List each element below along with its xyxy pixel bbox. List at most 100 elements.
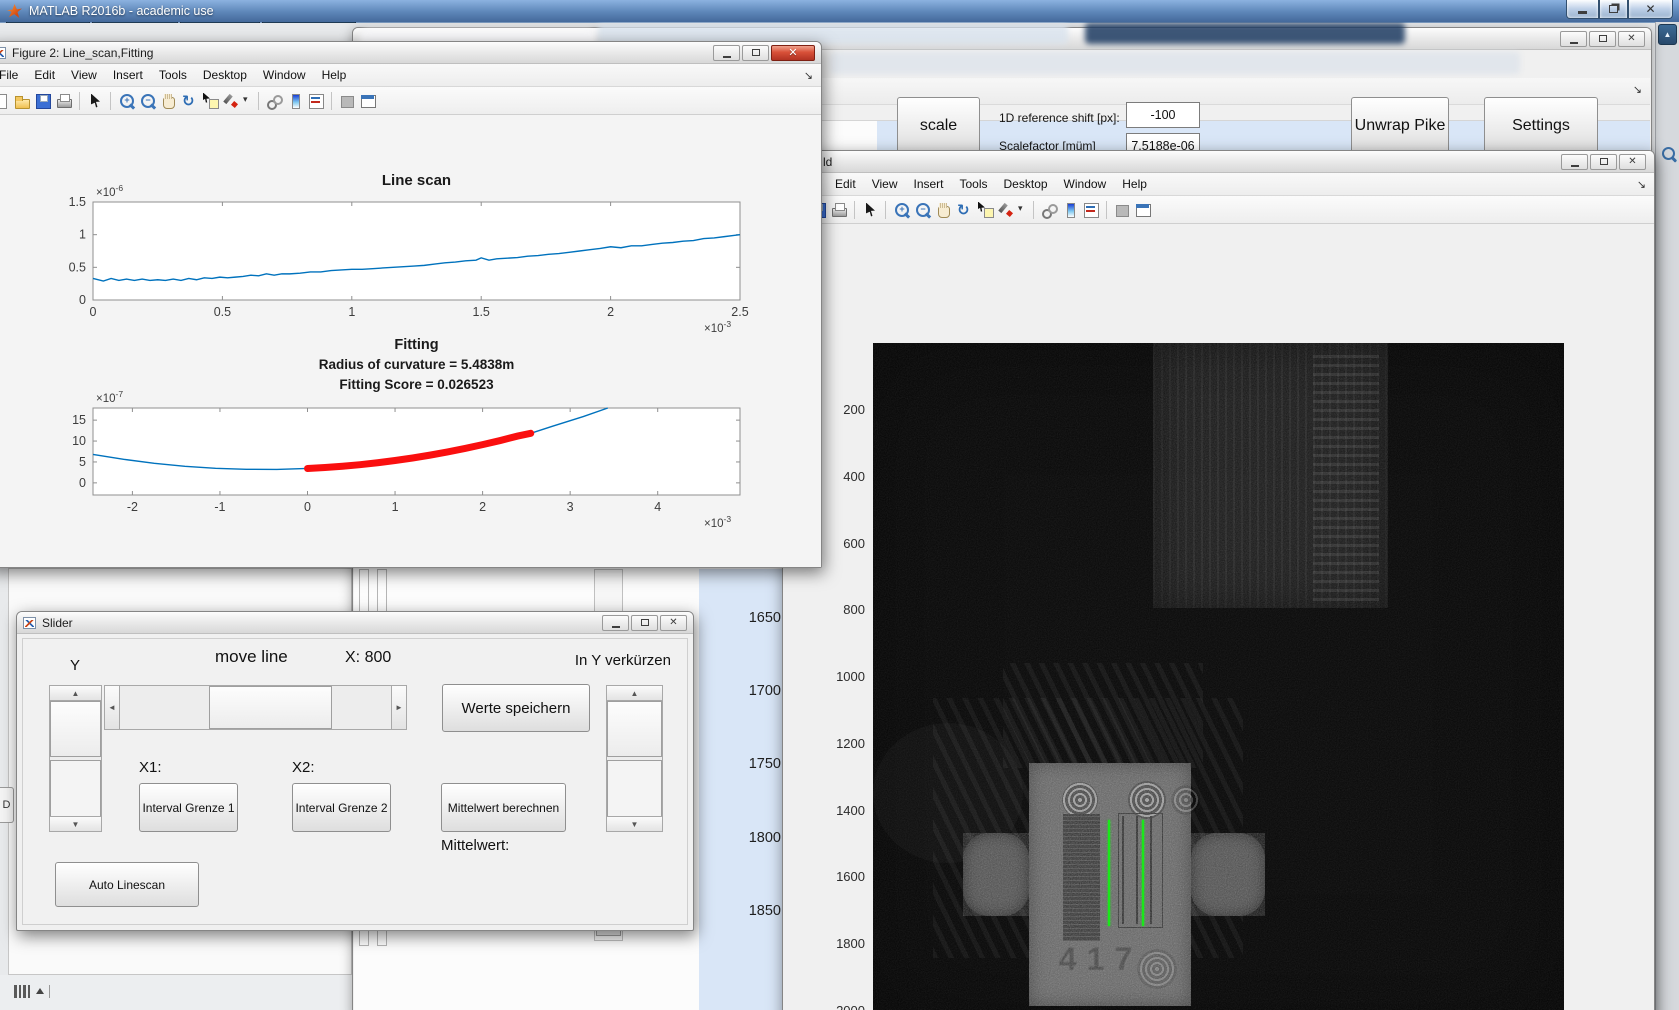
pan-icon[interactable] bbox=[934, 201, 952, 219]
slider-left-icon[interactable]: ◄ bbox=[105, 686, 120, 729]
caret-icon[interactable] bbox=[1018, 201, 1027, 219]
fig2-minimize-button[interactable] bbox=[713, 44, 740, 61]
brush-icon[interactable] bbox=[997, 201, 1015, 219]
image-y-tick-label: 1800 bbox=[836, 936, 865, 952]
y-slider-left[interactable]: ▲ ▼ bbox=[49, 685, 102, 832]
magnifier-icon[interactable] bbox=[1660, 146, 1678, 166]
menu-window[interactable]: Window bbox=[1056, 174, 1115, 194]
menu-insert[interactable]: Insert bbox=[105, 65, 151, 85]
menu-edit[interactable]: Edit bbox=[827, 174, 864, 194]
zoom-in-icon[interactable] bbox=[117, 92, 135, 110]
menu-file[interactable]: File bbox=[0, 65, 26, 85]
blurred-tabs bbox=[1085, 23, 1405, 44]
gui-axis-tick-label: 1650 bbox=[748, 610, 781, 626]
settings-button[interactable]: Settings bbox=[1484, 97, 1598, 154]
slider-window-title: Slider bbox=[42, 615, 73, 630]
move-line-slider[interactable]: ◄ ► bbox=[104, 685, 407, 730]
pan-icon[interactable] bbox=[159, 92, 177, 110]
gui-minimize-button[interactable] bbox=[1560, 30, 1587, 47]
statusbar-grip[interactable] bbox=[14, 984, 50, 998]
rotate-3d-icon[interactable] bbox=[955, 201, 973, 219]
slider-down-icon[interactable]: ▼ bbox=[607, 816, 662, 831]
slider-up-icon[interactable]: ▲ bbox=[607, 686, 662, 701]
fig2-maximize-button[interactable] bbox=[742, 44, 769, 61]
maximize-button[interactable] bbox=[1599, 0, 1628, 19]
dock-tools-off-icon[interactable] bbox=[1113, 201, 1131, 219]
colorbar-icon[interactable] bbox=[1061, 201, 1079, 219]
menu-help[interactable]: Help bbox=[314, 65, 355, 85]
menu-view[interactable]: View bbox=[864, 174, 906, 194]
data-cursor-icon[interactable] bbox=[201, 92, 219, 110]
zoom-in-icon[interactable] bbox=[892, 201, 910, 219]
zoom-out-icon[interactable] bbox=[138, 92, 156, 110]
slider-thumb[interactable] bbox=[607, 701, 662, 757]
menu-help[interactable]: Help bbox=[1114, 174, 1155, 194]
dock-tools-on-icon[interactable] bbox=[1134, 201, 1152, 219]
link-plot-icon[interactable] bbox=[1040, 201, 1058, 219]
dock-tools-on-icon[interactable] bbox=[359, 92, 377, 110]
menu-edit[interactable]: Edit bbox=[26, 65, 63, 85]
new-icon[interactable] bbox=[0, 92, 10, 110]
collapsed-panel-tab[interactable]: D bbox=[0, 787, 14, 823]
matlab-desktop: MATLAB R2016b - academic use ✕ HOMEPLOTS… bbox=[0, 0, 1679, 1010]
slider-thumb[interactable] bbox=[209, 686, 332, 729]
expand-sidebar-icon[interactable]: ▲ bbox=[1658, 24, 1677, 45]
menu-tools[interactable]: Tools bbox=[952, 174, 996, 194]
caret-icon[interactable] bbox=[243, 92, 252, 110]
gui-close-icon[interactable]: ✕ bbox=[1618, 30, 1645, 47]
slider-down-icon[interactable]: ▼ bbox=[50, 816, 101, 831]
legend-icon[interactable] bbox=[307, 92, 325, 110]
zoom-out-icon[interactable] bbox=[913, 201, 931, 219]
auto-linescan-button[interactable]: Auto Linescan bbox=[55, 862, 199, 907]
link-plot-icon[interactable] bbox=[265, 92, 283, 110]
interval-grenze-1-button[interactable]: Interval Grenze 1 bbox=[139, 783, 238, 832]
colorbar-icon[interactable] bbox=[286, 92, 304, 110]
slider-thumb[interactable] bbox=[50, 701, 101, 757]
imgfig-maximize-button[interactable] bbox=[1590, 153, 1617, 170]
open-icon[interactable] bbox=[13, 92, 31, 110]
main-window-title: MATLAB R2016b - academic use bbox=[29, 4, 214, 18]
pointer-icon[interactable] bbox=[86, 92, 104, 110]
figure2-toolbar bbox=[0, 87, 821, 115]
menu-desktop[interactable]: Desktop bbox=[195, 65, 255, 85]
save-icon[interactable] bbox=[34, 92, 52, 110]
imgfig-close-icon[interactable]: ✕ bbox=[1619, 153, 1646, 170]
slider-maximize-button[interactable] bbox=[631, 614, 658, 631]
gui-dock-arrow-icon[interactable]: ↘ bbox=[1633, 83, 1642, 96]
menu-window[interactable]: Window bbox=[255, 65, 314, 85]
figure2-plots: 0 0.5 1 1.5 2 2.5 0 0.5 1 1.5 -2 -1 0 1 2 3 4 0 5 10 15 bbox=[69, 195, 749, 514]
unwrap-pike-button[interactable]: Unwrap Pike bbox=[1351, 97, 1449, 154]
minimize-button[interactable] bbox=[1566, 0, 1599, 19]
imgfig-minimize-button[interactable] bbox=[1561, 153, 1588, 170]
interval-grenze-2-button[interactable]: Interval Grenze 2 bbox=[292, 783, 391, 832]
gui-maximize-button[interactable] bbox=[1589, 30, 1616, 47]
slider-up-icon[interactable]: ▲ bbox=[50, 686, 101, 701]
menu-insert[interactable]: Insert bbox=[905, 174, 951, 194]
menu-view[interactable]: View bbox=[63, 65, 105, 85]
y-slider-right[interactable]: ▲ ▼ bbox=[606, 685, 663, 832]
mittelwert-berechnen-button[interactable]: Mittelwert berechnen bbox=[441, 783, 566, 832]
slider-trough[interactable] bbox=[50, 760, 101, 817]
ref-shift-input[interactable] bbox=[1126, 102, 1200, 128]
print-icon[interactable] bbox=[55, 92, 73, 110]
close-icon[interactable]: ✕ bbox=[1628, 0, 1673, 19]
scale-button[interactable]: scale bbox=[897, 97, 980, 154]
slider-right-icon[interactable]: ► bbox=[391, 686, 406, 729]
slider-trough[interactable] bbox=[607, 760, 662, 817]
fig2-close-icon[interactable]: ✕ bbox=[771, 44, 815, 61]
menu-desktop[interactable]: Desktop bbox=[996, 174, 1056, 194]
pointer-icon[interactable] bbox=[861, 201, 879, 219]
fig2-dock-arrow-icon[interactable]: ↘ bbox=[804, 69, 813, 82]
slider-close-icon[interactable]: ✕ bbox=[660, 614, 687, 631]
werte-speichern-button[interactable]: Werte speichern bbox=[442, 684, 590, 732]
print-icon[interactable] bbox=[830, 201, 848, 219]
brush-icon[interactable] bbox=[222, 92, 240, 110]
menu-tools[interactable]: Tools bbox=[151, 65, 195, 85]
dock-tools-off-icon[interactable] bbox=[338, 92, 356, 110]
data-cursor-icon[interactable] bbox=[976, 201, 994, 219]
slider-minimize-button[interactable] bbox=[602, 614, 629, 631]
imgfig-dock-arrow-icon[interactable]: ↘ bbox=[1637, 178, 1646, 191]
wafer-image[interactable]: 417 bbox=[873, 343, 1564, 1010]
legend-icon[interactable] bbox=[1082, 201, 1100, 219]
rotate-3d-icon[interactable] bbox=[180, 92, 198, 110]
